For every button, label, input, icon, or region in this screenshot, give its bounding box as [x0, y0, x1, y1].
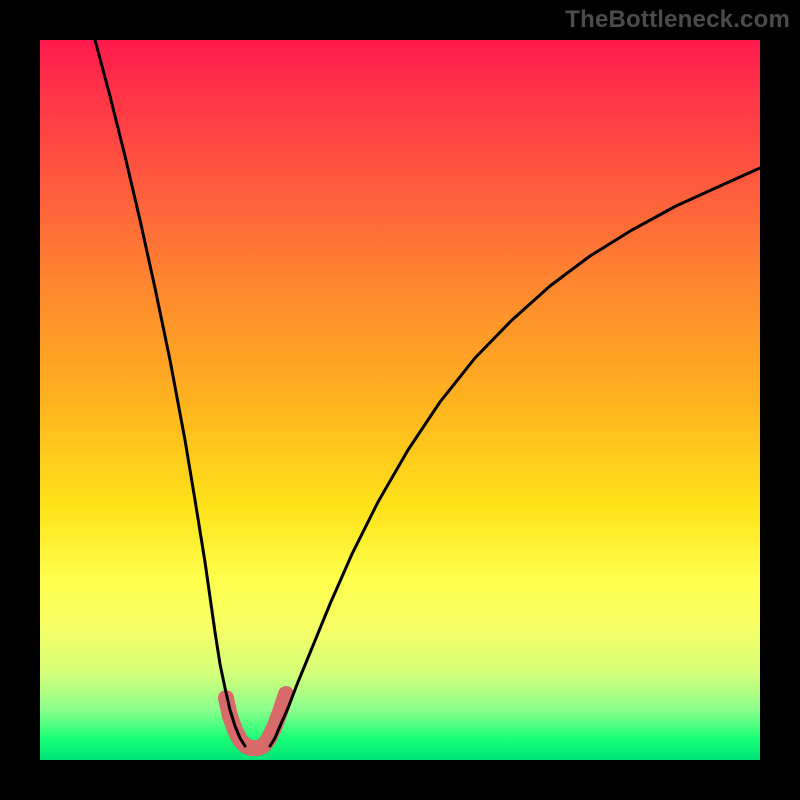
chart-frame: TheBottleneck.com [0, 0, 800, 800]
curve-layer [40, 40, 760, 760]
watermark-text: TheBottleneck.com [565, 6, 790, 34]
curve-left-path [95, 40, 245, 746]
curve-right-path [270, 168, 760, 746]
plot-area [40, 40, 760, 760]
